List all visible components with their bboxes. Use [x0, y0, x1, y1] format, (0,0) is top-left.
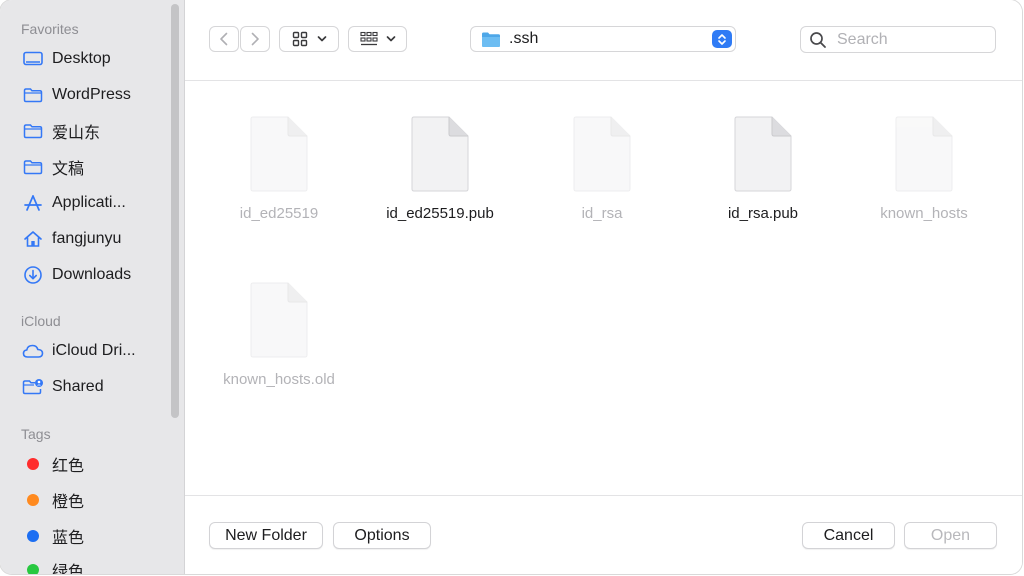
updown-chevron-icon — [712, 30, 732, 48]
file-item[interactable]: id_rsa — [532, 116, 672, 222]
tag-red-dot-icon — [22, 454, 44, 474]
bottom-bar: New Folder Options Cancel Open — [185, 495, 1022, 574]
sidebar-item-label: 绿色 — [52, 564, 85, 574]
sidebar-item-aishandong[interactable]: 爱山东 — [22, 119, 172, 143]
sidebar-item-shared[interactable]: Shared — [22, 375, 172, 399]
document-icon — [411, 116, 469, 192]
folder-icon — [22, 85, 44, 105]
search-input[interactable] — [835, 29, 989, 50]
forward-button[interactable] — [240, 26, 270, 52]
chevron-right-icon — [251, 32, 259, 46]
tag-blue-dot-icon — [22, 526, 44, 546]
group-view-icon — [359, 31, 378, 46]
file-item[interactable]: known_hosts — [854, 116, 994, 222]
sidebar-item-documents[interactable]: 文稿 — [22, 155, 172, 179]
sidebar-item-label: iCloud Dri... — [52, 342, 136, 359]
sidebar-tag-green[interactable]: 绿色 — [22, 558, 172, 574]
sidebar-item-label: Shared — [52, 378, 104, 395]
file-item[interactable]: id_ed25519 — [209, 116, 349, 222]
favorites-header: Favorites — [21, 21, 79, 37]
path-popup[interactable]: .ssh — [470, 26, 736, 52]
sidebar-item-label: 爱山东 — [52, 125, 101, 142]
cloud-icon — [22, 341, 44, 361]
folder-icon — [482, 32, 500, 47]
back-button[interactable] — [209, 26, 239, 52]
sidebar-scrollbar[interactable] — [171, 4, 179, 418]
document-icon — [250, 282, 308, 358]
document-icon — [895, 116, 953, 192]
document-icon — [734, 116, 792, 192]
icon-grid-view-icon — [292, 31, 307, 47]
home-icon — [22, 229, 44, 249]
file-name: known_hosts.old — [223, 371, 335, 388]
sidebar-item-wordpress[interactable]: WordPress — [22, 83, 172, 107]
sidebar-tag-orange[interactable]: 橙色 — [22, 488, 172, 512]
search-icon — [810, 31, 826, 48]
document-icon — [250, 116, 308, 192]
sidebar-item-label: 蓝色 — [52, 530, 85, 547]
document-icon — [573, 116, 631, 192]
applications-icon — [22, 193, 44, 213]
sidebar-item-label: fangjunyu — [52, 230, 122, 247]
view-mode-button[interactable] — [279, 26, 339, 52]
shared-folder-icon — [22, 377, 44, 397]
chevron-down-icon — [317, 36, 326, 42]
sidebar-item-downloads[interactable]: Downloads — [22, 263, 172, 287]
file-name: id_ed25519.pub — [386, 205, 494, 222]
sidebar-item-label: 文稿 — [52, 161, 85, 178]
folder-icon — [22, 121, 44, 141]
sidebar-item-home[interactable]: fangjunyu — [22, 227, 172, 251]
sidebar-tag-blue[interactable]: 蓝色 — [22, 524, 172, 548]
sidebar-item-applications[interactable]: Applicati... — [22, 191, 172, 215]
file-item[interactable]: known_hosts.old — [209, 282, 349, 388]
download-icon — [22, 265, 44, 285]
toolbar: .ssh — [185, 0, 1022, 81]
open-button[interactable]: Open — [904, 522, 997, 549]
folder-icon — [22, 157, 44, 177]
tag-orange-dot-icon — [22, 490, 44, 510]
options-button[interactable]: Options — [333, 522, 431, 549]
chevron-down-icon — [386, 36, 395, 42]
sidebar-item-icloud-drive[interactable]: iCloud Dri... — [22, 339, 172, 363]
file-item[interactable]: id_ed25519.pub — [370, 116, 510, 222]
sidebar-item-label: WordPress — [52, 86, 131, 103]
tags-header: Tags — [21, 426, 51, 442]
path-label: .ssh — [509, 30, 539, 47]
desktop-icon — [22, 49, 44, 69]
sidebar-item-label: Downloads — [52, 266, 132, 283]
sidebar: Favorites Desktop WordPress 爱山东 文稿 Appli… — [0, 0, 185, 574]
sidebar-item-label: Applicati... — [52, 194, 126, 211]
sidebar-tag-red[interactable]: 红色 — [22, 452, 172, 476]
search-field[interactable] — [800, 26, 996, 53]
sidebar-item-label: 橙色 — [52, 494, 85, 511]
cancel-button[interactable]: Cancel — [802, 522, 895, 549]
icloud-header: iCloud — [21, 313, 61, 329]
sidebar-item-label: Desktop — [52, 50, 111, 67]
chevron-left-icon — [220, 32, 228, 46]
open-file-dialog: Favorites Desktop WordPress 爱山东 文稿 Appli… — [0, 0, 1022, 574]
file-name: known_hosts — [880, 205, 968, 222]
sidebar-item-label: 红色 — [52, 458, 85, 475]
file-name: id_rsa — [581, 205, 623, 222]
tag-green-dot-icon — [22, 560, 44, 574]
file-name: id_rsa.pub — [727, 205, 799, 222]
file-item[interactable]: id_rsa.pub — [693, 116, 833, 222]
file-name: id_ed25519 — [239, 205, 319, 222]
file-browser: id_ed25519 id_ed25519.pub id_rsa id_rsa.… — [185, 81, 1022, 495]
new-folder-button[interactable]: New Folder — [209, 522, 323, 549]
group-by-button[interactable] — [348, 26, 407, 52]
sidebar-item-desktop[interactable]: Desktop — [22, 47, 172, 71]
